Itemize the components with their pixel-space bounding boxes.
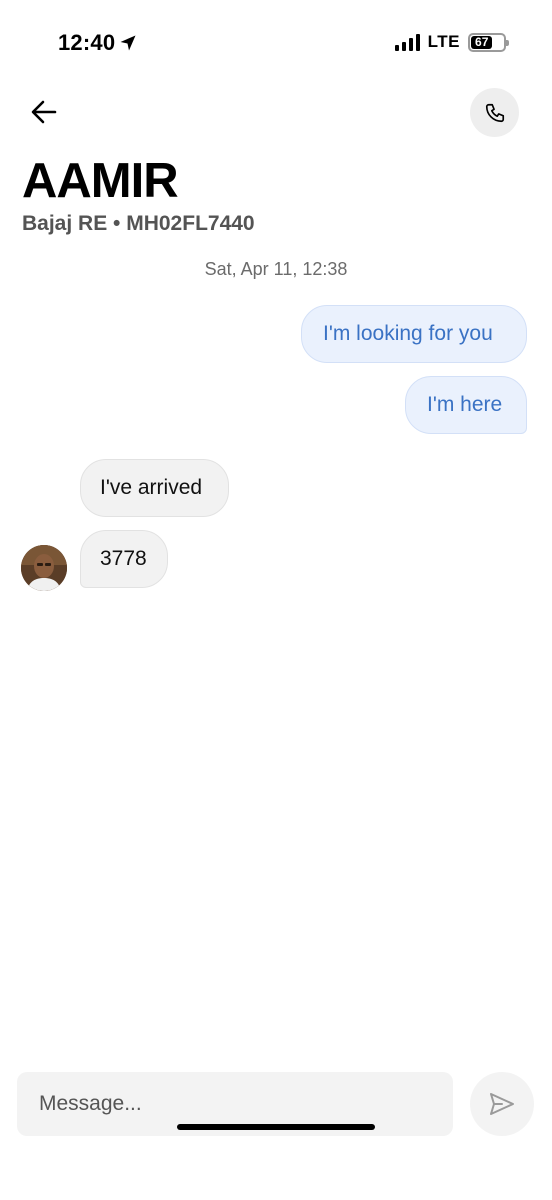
contact-name: AAMIR (22, 154, 179, 208)
home-indicator (177, 1124, 375, 1130)
back-button[interactable] (26, 94, 62, 130)
message-bubble-received[interactable]: 3778 (80, 530, 168, 588)
message-bubble-received[interactable]: I've arrived (80, 459, 229, 517)
arrow-left-icon (31, 100, 57, 124)
message-bubble-sent[interactable]: I'm here (405, 376, 527, 434)
message-text: I'm looking for you (323, 322, 493, 345)
conversation-timestamp: Sat, Apr 11, 12:38 (204, 259, 348, 279)
location-arrow-icon (120, 35, 136, 51)
message-text: I've arrived (100, 476, 203, 499)
chat-screen: 12:40 LTE 67 AAMIR Bajaj RE • MH02FL7440… (0, 0, 552, 1200)
network-type: LTE (427, 32, 460, 51)
driver-avatar (21, 545, 67, 591)
battery-icon: 67 (468, 32, 509, 52)
status-indicators: LTE 67 (394, 32, 509, 52)
battery-level: 67 (475, 35, 489, 49)
phone-icon (485, 103, 504, 122)
send-icon (490, 1093, 514, 1115)
send-button[interactable] (470, 1072, 534, 1136)
status-time-text: 12:40 (58, 30, 116, 55)
message-text: I'm here (427, 393, 503, 416)
message-text: 3778 (100, 547, 147, 570)
vehicle-info: Bajaj RE • MH02FL7440 (22, 212, 255, 235)
cellular-signal-icon (394, 33, 420, 51)
status-time: 12:40 (58, 30, 137, 56)
message-bubble-sent[interactable]: I'm looking for you (301, 305, 527, 363)
call-button[interactable] (470, 88, 519, 137)
